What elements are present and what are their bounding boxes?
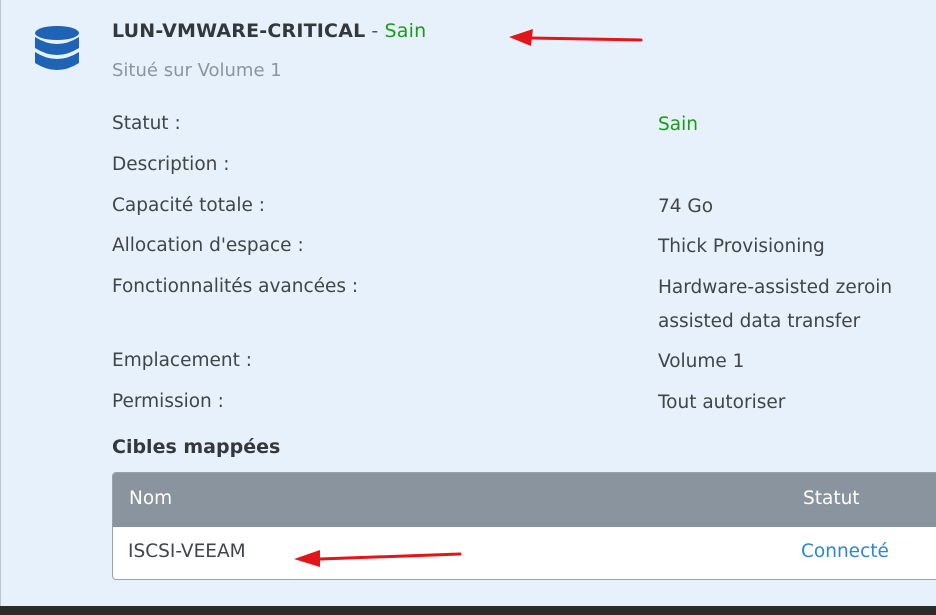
table-header: Nom Statut — [113, 473, 936, 527]
prop-label-description: Description : — [112, 154, 230, 175]
prop-value-permission: Tout autoriser — [658, 392, 786, 413]
lun-health-status: Sain — [384, 20, 427, 42]
prop-label-advanced-features: Fonctionnalités avancées : — [112, 276, 359, 297]
prop-label-location: Emplacement : — [112, 350, 252, 371]
prop-label-permission: Permission : — [112, 391, 224, 412]
target-status-link[interactable]: Connecté — [801, 541, 889, 562]
lun-title: LUN-VMWARE-CRITICAL - Sain — [112, 20, 426, 42]
lun-location-subtitle: Situé sur Volume 1 — [112, 60, 282, 81]
mapped-targets-title: Cibles mappées — [112, 436, 281, 458]
prop-value-status: Sain — [658, 114, 698, 135]
prop-label-status: Statut : — [112, 113, 181, 134]
lun-name: LUN-VMWARE-CRITICAL — [112, 20, 366, 42]
annotation-arrow-icon — [509, 29, 643, 46]
prop-label-space-allocation: Allocation d'espace : — [112, 235, 304, 256]
mapped-targets-table: Nom Statut ISCSI-VEEAM Connecté — [112, 472, 936, 580]
database-icon — [35, 26, 79, 70]
annotation-arrow-icon — [294, 550, 462, 567]
prop-value-capacity: 74 Go — [658, 196, 714, 217]
prop-label-capacity: Capacité totale : — [112, 195, 265, 216]
title-separator: - — [371, 20, 379, 42]
prop-value-location: Volume 1 — [658, 351, 745, 372]
prop-value-advanced-features: Hardware-assisted zeroin — [658, 277, 893, 298]
target-name: ISCSI-VEEAM — [128, 541, 246, 562]
column-header-status[interactable]: Statut — [803, 488, 860, 509]
table-row[interactable]: ISCSI-VEEAM Connecté — [113, 527, 936, 579]
lun-details-panel: LUN-VMWARE-CRITICAL - Sain Situé sur Volum… — [0, 0, 936, 606]
prop-value-space-allocation: Thick Provisioning — [658, 236, 825, 257]
column-header-name[interactable]: Nom — [129, 488, 172, 509]
prop-value-advanced-features-line2: assisted data transfer — [658, 311, 861, 332]
